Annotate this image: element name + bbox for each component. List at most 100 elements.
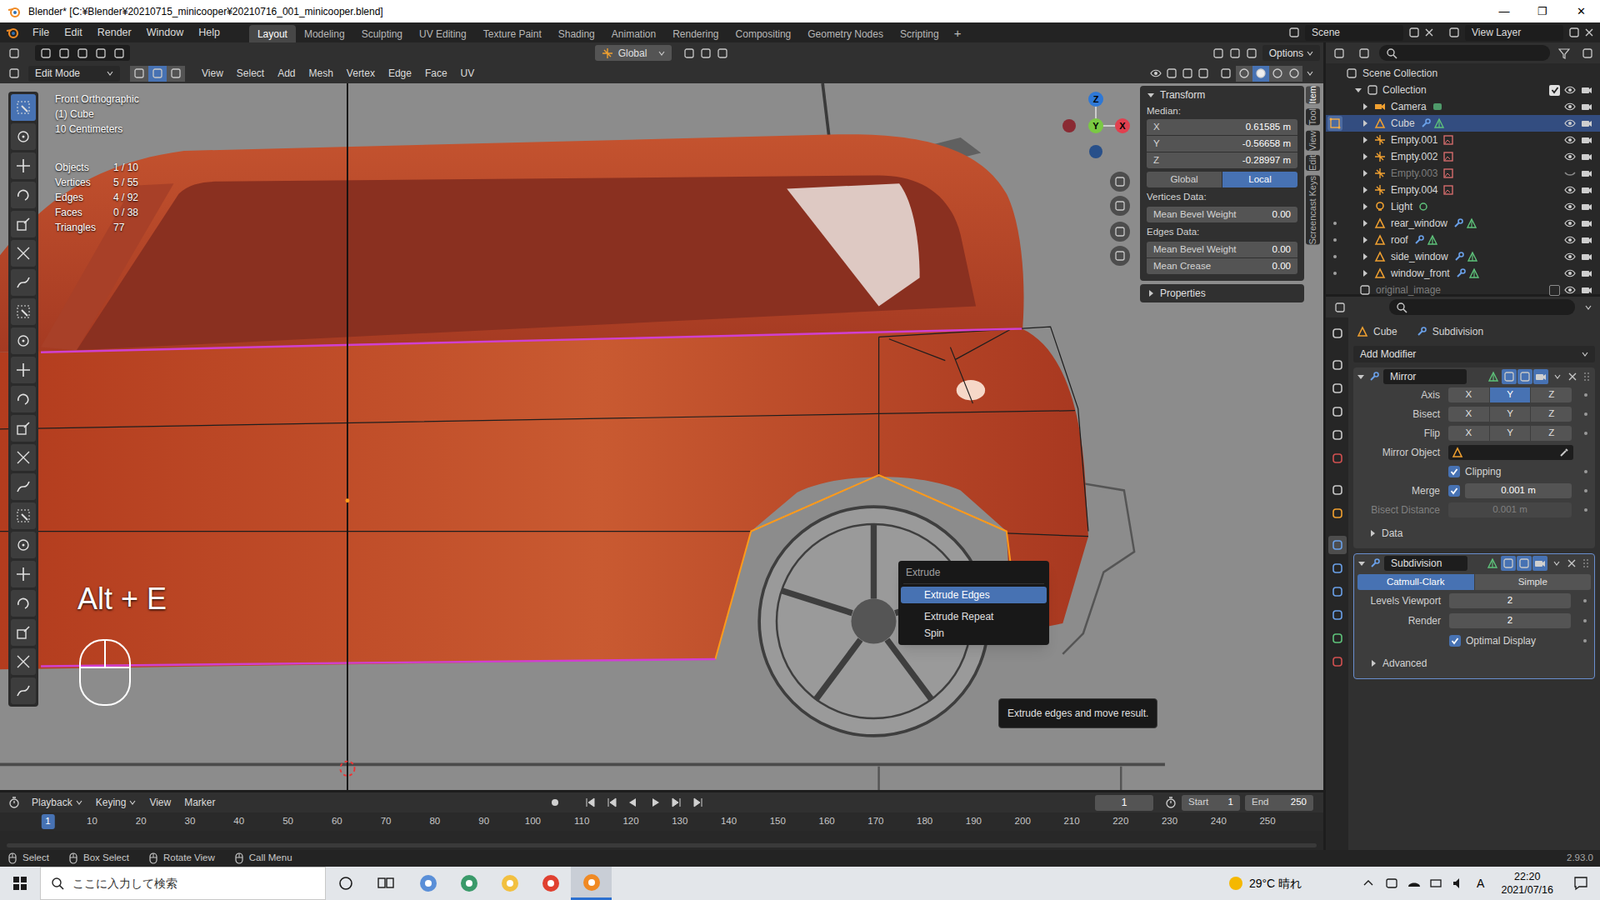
xray-icon[interactable]: [1220, 67, 1232, 80]
shading-mode-icon[interactable]: [1285, 65, 1303, 82]
tool-icon[interactable]: [10, 590, 36, 617]
eye-icon[interactable]: [1563, 150, 1577, 163]
space-button[interactable]: Local: [1222, 171, 1298, 188]
eye-icon[interactable]: [1563, 284, 1577, 296]
render-icon[interactable]: [1580, 267, 1594, 280]
eye-icon[interactable]: [1563, 200, 1577, 213]
modifier-header[interactable]: Subdivision: [1354, 554, 1595, 573]
workspace-tab[interactable]: Texture Paint: [475, 25, 550, 43]
weather-widget[interactable]: 29°C 晴れ: [1227, 875, 1302, 893]
frame-ruler[interactable]: 1102030405060708090100110120130140150160…: [0, 812, 1324, 831]
outliner-row[interactable]: rear_window: [1325, 215, 1600, 232]
vertex-field[interactable]: Mean Bevel Weight0.00: [1146, 206, 1298, 223]
expand-icon[interactable]: [1359, 135, 1371, 145]
axis-toggle[interactable]: X: [1448, 425, 1490, 441]
workspace-tab[interactable]: Scripting: [891, 25, 948, 43]
app-icon[interactable]: [570, 866, 612, 900]
app-icon[interactable]: [530, 866, 571, 900]
properties-tab-icon[interactable]: [1328, 652, 1347, 671]
tool-icon[interactable]: [10, 619, 36, 646]
editor-type-icon[interactable]: [3, 67, 25, 80]
edit-mode-toggle-icon[interactable]: [1501, 369, 1517, 385]
eye-closed-icon[interactable]: [1563, 167, 1577, 180]
shading-mode-icon[interactable]: [1235, 65, 1253, 82]
sidebar-tab[interactable]: Item: [1305, 85, 1320, 104]
search-box[interactable]: ここに入力して検索: [40, 866, 326, 900]
render-toggle-icon[interactable]: [1532, 555, 1548, 571]
viewport-menu[interactable]: Select: [230, 65, 271, 81]
tool-icon[interactable]: [10, 356, 36, 384]
shading-mode-icon[interactable]: [1252, 65, 1270, 82]
properties-search[interactable]: [1389, 299, 1575, 315]
checkbox[interactable]: [1448, 485, 1460, 497]
checkbox[interactable]: [1449, 635, 1461, 647]
gizmo-icon[interactable]: [1165, 67, 1178, 80]
viewport-menu[interactable]: Add: [270, 65, 302, 81]
checkbox[interactable]: [1549, 285, 1560, 296]
render-icon[interactable]: [1580, 234, 1594, 246]
viewport-canvas[interactable]: Front Orthographic(1) Cube10 Centimeters…: [0, 83, 1324, 790]
axis-toggle[interactable]: Y: [1490, 406, 1531, 422]
tool-icon[interactable]: [10, 210, 36, 238]
edit-cage-icon[interactable]: [1485, 555, 1500, 571]
keyframe-decorator-icon[interactable]: [1580, 506, 1592, 514]
render-toggle-icon[interactable]: [1533, 369, 1549, 385]
start-icon[interactable]: [0, 866, 40, 900]
app-icon[interactable]: [407, 866, 449, 900]
tool-icon[interactable]: [10, 269, 36, 296]
expand-icon[interactable]: [1359, 169, 1371, 178]
properties-tab-icon[interactable]: [1328, 379, 1347, 398]
select-mode-icon[interactable]: [37, 45, 55, 61]
space-button[interactable]: Global: [1146, 171, 1222, 188]
keyframe-decorator-icon[interactable]: [1579, 637, 1591, 645]
edit-toggle-dot-icon[interactable]: [1332, 237, 1338, 243]
pan-icon[interactable]: [1110, 195, 1130, 216]
modifier-name-field[interactable]: Subdivision: [1384, 555, 1468, 571]
filter-icon[interactable]: [1555, 47, 1574, 60]
tool-icon[interactable]: [10, 531, 36, 559]
editor-type-icon[interactable]: [1329, 301, 1351, 314]
sidebar-tab[interactable]: Tool: [1305, 108, 1320, 125]
edit-toggle-dot-icon[interactable]: [1332, 220, 1338, 226]
start-frame-field[interactable]: Start1: [1181, 795, 1240, 811]
options-icon[interactable]: [1580, 304, 1597, 311]
current-frame-field[interactable]: 1: [1095, 795, 1154, 811]
realtime-toggle-icon[interactable]: [1517, 369, 1533, 385]
properties-panel-header[interactable]: Properties: [1140, 284, 1305, 303]
properties-tab-icon[interactable]: [1328, 480, 1347, 500]
render-icon[interactable]: [1580, 84, 1594, 96]
select-mode-icon[interactable]: [92, 45, 110, 61]
clock[interactable]: 22:202021/07/16: [1495, 870, 1559, 897]
optimal-display-toggle[interactable]: Optimal Display: [1449, 633, 1536, 649]
tool-icon[interactable]: [10, 181, 36, 209]
eyedropper-icon[interactable]: [1558, 446, 1570, 459]
render-icon[interactable]: [1580, 167, 1594, 180]
properties-tab-icon[interactable]: [1328, 629, 1347, 648]
grid-view-icon[interactable]: [1110, 245, 1130, 266]
render-icon[interactable]: [1580, 250, 1594, 263]
properties-tab-icon[interactable]: [1328, 449, 1347, 468]
coordinate-field[interactable]: X0.61585 m: [1146, 119, 1298, 135]
camera-view-icon[interactable]: [1110, 221, 1130, 242]
viewport-menu[interactable]: Edge: [381, 65, 419, 81]
viewport-menu[interactable]: Face: [418, 65, 455, 81]
editor-type-icon[interactable]: [3, 47, 25, 60]
checkbox[interactable]: [1549, 85, 1560, 96]
expand-icon[interactable]: [1359, 269, 1371, 278]
viewport-menu[interactable]: UV: [454, 65, 482, 81]
breadcrumb-item[interactable]: Cube: [1373, 324, 1398, 340]
show-hidden-icons-icon[interactable]: [1360, 878, 1377, 889]
advanced-subpanel-header[interactable]: Advanced: [1357, 653, 1591, 674]
workspace-tab[interactable]: Modeling: [295, 25, 354, 43]
data-subpanel-header[interactable]: Data: [1356, 523, 1592, 544]
notification-icon[interactable]: [1566, 875, 1595, 891]
properties-tab-icon[interactable]: [1328, 425, 1347, 445]
tool-icon[interactable]: [10, 94, 36, 121]
properties-tab-icon[interactable]: [1328, 402, 1347, 421]
outliner-row[interactable]: Empty.004: [1325, 181, 1600, 199]
window-control-button[interactable]: ❐: [1523, 0, 1562, 23]
task-view-icon[interactable]: [365, 866, 406, 900]
timeline-menu[interactable]: Keying: [89, 795, 144, 810]
eye-icon[interactable]: [1563, 267, 1577, 280]
workspace-tab[interactable]: Layout: [249, 25, 296, 43]
